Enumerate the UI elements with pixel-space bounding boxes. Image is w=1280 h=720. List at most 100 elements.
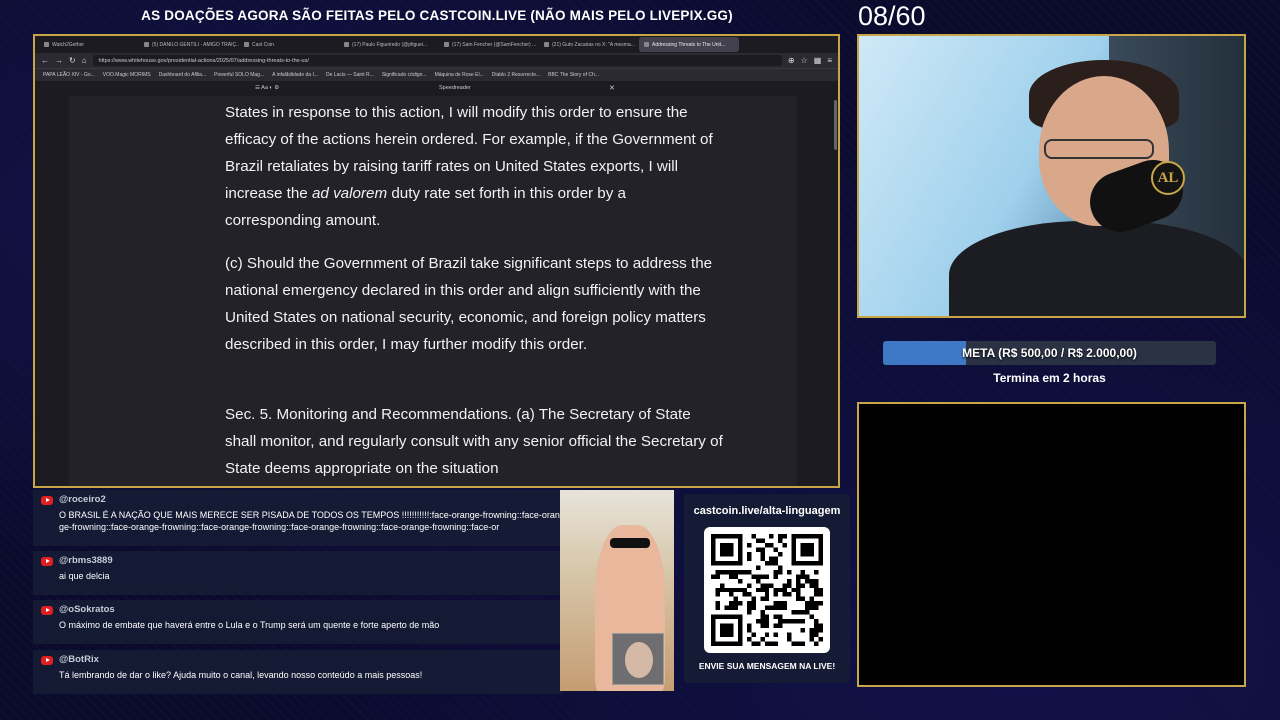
bookmark-star-icon[interactable]: ☆ (801, 56, 808, 65)
back-icon[interactable]: ← (41, 56, 49, 65)
qr-module (800, 542, 815, 557)
document-view[interactable]: States in response to this action, I wil… (69, 96, 797, 486)
qr-module (782, 534, 788, 539)
qr-module (778, 534, 783, 539)
qr-module (782, 601, 788, 606)
qr-module (746, 556, 752, 561)
chat-username: @BotRix (59, 654, 99, 665)
qr-module (737, 601, 743, 606)
bookmark-item[interactable]: De Lacis — Saint R... (326, 72, 374, 78)
zoom-icon[interactable]: ⊕ (788, 56, 795, 65)
donation-goal-label: META (R$ 500,00 / R$ 2.000,00) (962, 346, 1137, 360)
qr-module (764, 560, 770, 566)
qr-module (773, 569, 779, 575)
qr-module (778, 587, 783, 593)
qr-module (760, 637, 765, 642)
qr-module (769, 605, 774, 611)
qr-module (773, 614, 779, 620)
qr-module (751, 632, 756, 638)
chat-text: Tá lembrando de dar o like? Ajuda muito … (59, 670, 423, 680)
streamer-body (949, 221, 1244, 316)
qr-module (800, 641, 806, 646)
webcam-feed: AL (857, 34, 1246, 318)
tab-label: (5) DANILO GENTILI - AMIGO TRAIÇ... (152, 41, 239, 48)
qr-code[interactable] (704, 527, 830, 653)
browser-tab[interactable]: Cast Coin (239, 37, 339, 52)
qr-module (814, 632, 819, 638)
qr-module (778, 538, 783, 543)
qr-module (746, 542, 752, 548)
goal-counter: 08/60 (858, 1, 926, 31)
bookmark-item[interactable]: BBC The Story of Ch... (548, 72, 599, 78)
extensions-icon[interactable]: ▦ (814, 56, 822, 65)
browser-tab[interactable]: Watch2Gether (39, 37, 139, 52)
qr-module (719, 569, 725, 575)
qr-module (755, 565, 761, 570)
bookmarks-bar: PAPA LEÃO XIV - Go... VOO.Magic MORIMS Das… (35, 68, 838, 81)
chat-message: @roceiro2 O BRASIL É A NAÇÃO QUE MAIS ME… (33, 490, 563, 546)
qr-module (724, 587, 729, 593)
url-bar[interactable]: https://www.whitehouse.gov/presidential-… (92, 55, 782, 66)
qr-code-graphic (711, 534, 823, 646)
qr-module (778, 619, 783, 624)
qr-module (733, 587, 738, 593)
donation-banner: AS DOAÇÕES AGORA SÃO FEITAS PELO CASTCOI… (141, 8, 733, 23)
menu-icon[interactable]: ≡ (827, 56, 832, 65)
qr-module (773, 632, 779, 638)
qr-module (769, 583, 774, 588)
channel-logo: AL (1151, 161, 1185, 195)
bookmark-item[interactable]: Significado código... (382, 72, 427, 78)
chat-message: @oSokratos O máximo de embate que haverá… (33, 600, 563, 644)
qr-module (787, 592, 792, 597)
qr-module (764, 574, 770, 579)
qr-module (760, 547, 765, 552)
qr-module (809, 614, 815, 620)
bookmark-item[interactable]: VOO.Magic MORIMS (103, 72, 151, 78)
qr-module (760, 556, 765, 561)
browser-tab[interactable]: (17) Paulo Figueiredo (@pfiguei... (339, 37, 439, 52)
bookmark-item[interactable]: Diablo 2 Resurrecte... (492, 72, 540, 78)
tab-label: Cast Coin (252, 41, 274, 48)
qr-module (773, 556, 779, 561)
tab-favicon-icon (344, 42, 349, 47)
bookmark-item[interactable]: Powerful SOLO Mag... (214, 72, 264, 78)
home-icon[interactable]: ⌂ (82, 56, 87, 65)
qr-module (746, 628, 752, 633)
browser-tab[interactable]: (17) Sam Fencher (@SamFencher) ... (439, 37, 539, 52)
qr-module (818, 601, 823, 606)
qr-module (733, 569, 738, 575)
qr-module (764, 614, 770, 620)
qr-module (809, 605, 815, 611)
bookmark-item[interactable]: A infalibilidade da I... (272, 72, 318, 78)
reader-settings-icon[interactable]: ☰ Aa ◐ ⚙ (255, 85, 279, 91)
qr-module (809, 578, 815, 584)
qr-module (773, 587, 779, 593)
browser-tab[interactable]: (5) DANILO GENTILI - AMIGO TRAIÇ... (139, 37, 239, 52)
sunglasses (610, 538, 650, 548)
qr-module (733, 601, 738, 606)
qr-module (728, 592, 734, 597)
bookmark-item[interactable]: PAPA LEÃO XIV - Go... (43, 72, 95, 78)
browser-tab[interactable]: (21) Guto Zacarias no X: "A mesma... (539, 37, 639, 52)
scrollbar-thumb[interactable] (834, 100, 837, 150)
qr-module (800, 583, 806, 588)
browser-tab[interactable]: Addressing Threats to The Unit... (639, 37, 739, 52)
qr-module (742, 587, 747, 593)
bookmark-item[interactable]: Dashboard do Afilia... (159, 72, 207, 78)
tab-favicon-icon (444, 42, 449, 47)
qr-module (814, 641, 819, 646)
chat-text: O BRASIL É A NAÇÃO QUE MAIS MERECE SER P… (59, 510, 560, 532)
qr-module (760, 614, 765, 620)
bookmark-item[interactable]: Máquina de Rose El... (435, 72, 484, 78)
qr-module (782, 542, 788, 548)
qr-module (814, 578, 819, 584)
qr-module (773, 641, 779, 646)
qr-module (805, 574, 810, 579)
reader-close-icon[interactable]: ✕ (609, 84, 615, 92)
qr-module (778, 551, 783, 557)
forward-icon[interactable]: → (55, 56, 63, 65)
qr-module (791, 641, 797, 646)
qr-module (764, 632, 770, 638)
qr-module (778, 605, 783, 611)
reload-icon[interactable]: ↻ (69, 56, 76, 65)
